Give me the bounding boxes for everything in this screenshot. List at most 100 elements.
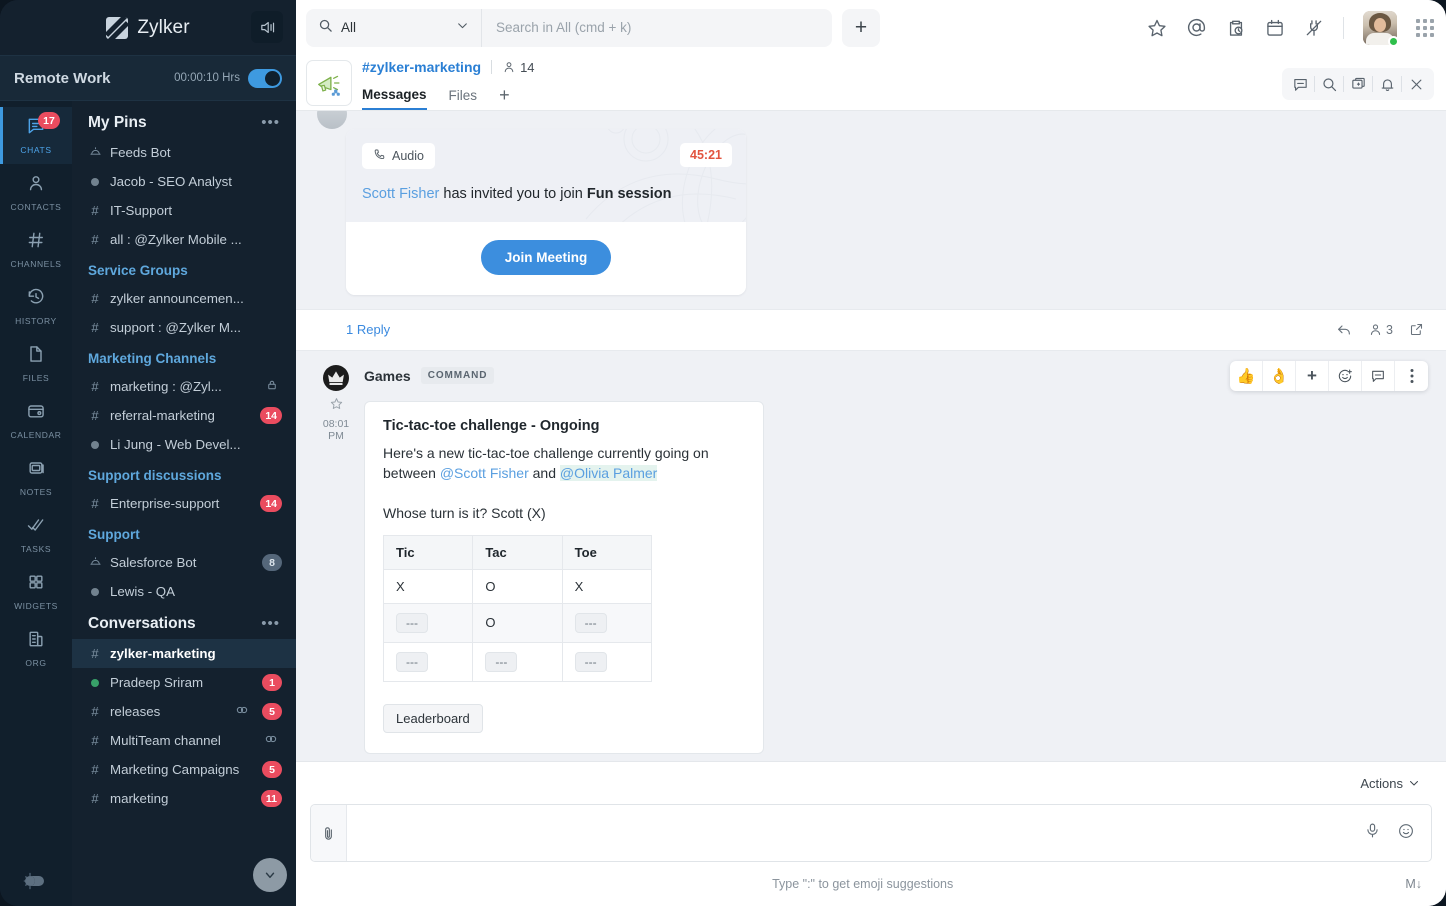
sidebar-item-lewis-qa[interactable]: Lewis - QA — [72, 577, 296, 606]
tab-add-button[interactable]: + — [499, 85, 510, 106]
hash-icon: # — [91, 646, 99, 661]
message-sender[interactable]: Games — [364, 368, 411, 384]
mentions-at-icon[interactable] — [1186, 17, 1207, 38]
thread-reply-count[interactable]: 1 Reply — [346, 322, 1336, 337]
calendar-icon[interactable] — [1265, 18, 1285, 38]
add-reaction-plus[interactable]: + — [1296, 360, 1329, 391]
speaker-icon[interactable] — [251, 11, 283, 43]
rail-item-widgets[interactable]: WIDGETS — [0, 563, 72, 620]
rail-item-history[interactable]: HISTORY — [0, 278, 72, 335]
apps-grid-icon[interactable] — [1416, 18, 1434, 37]
reply-arrow-icon[interactable] — [1336, 322, 1352, 338]
mention-scott-fisher[interactable]: @Scott Fisher — [440, 465, 529, 481]
sidebar-item-zylker-announcemen[interactable]: # zylker announcemen... — [72, 284, 296, 313]
emoji-smiley-icon[interactable] — [1397, 822, 1415, 845]
thread-participants[interactable]: 3 — [1368, 322, 1393, 337]
search-icon[interactable] — [1315, 68, 1343, 100]
tab-files[interactable]: Files — [449, 80, 478, 110]
light-dark-mode-icon[interactable] — [16, 870, 56, 892]
join-meeting-button[interactable]: Join Meeting — [480, 239, 612, 275]
tab-messages[interactable]: Messages — [362, 80, 427, 110]
open-external-icon[interactable] — [1409, 322, 1424, 337]
rail-item-calendar[interactable]: CALENDAR — [0, 392, 72, 449]
thumbs-up-reaction[interactable]: 👍 — [1230, 360, 1263, 391]
board-cell[interactable]: --- — [472, 641, 563, 682]
bell-icon[interactable] — [1373, 68, 1401, 100]
microphone-icon[interactable] — [1364, 822, 1381, 844]
integrations-plug-icon[interactable] — [1304, 18, 1324, 38]
sidebar-group-header[interactable]: Conversations ••• — [72, 606, 296, 639]
sidebar-item-marketing-zyl[interactable]: # marketing : @Zyl... — [72, 372, 296, 401]
empty-cell-button[interactable]: --- — [396, 612, 428, 633]
rail-item-chats[interactable]: CHATS 17 — [0, 107, 72, 164]
group-options-icon[interactable]: ••• — [261, 115, 280, 130]
paperclip-icon[interactable] — [311, 805, 347, 861]
rail-item-notes[interactable]: NOTES — [0, 449, 72, 506]
leaderboard-button[interactable]: Leaderboard — [383, 703, 483, 733]
actions-dropdown[interactable]: Actions — [1360, 776, 1420, 791]
reminders-clipboard-clock-icon[interactable] — [1226, 18, 1246, 38]
sidebar-group-header[interactable]: Support discussions — [72, 459, 296, 489]
sidebar-item-referral-marketing[interactable]: # referral-marketing 14 — [72, 401, 296, 430]
sidebar-item-salesforce-bot[interactable]: Salesforce Bot 8 — [72, 548, 296, 577]
sidebar-item-marketing[interactable]: # marketing 11 — [72, 784, 296, 813]
channel-name[interactable]: #zylker-marketing — [362, 59, 481, 75]
empty-cell-button[interactable]: --- — [574, 651, 607, 672]
widgets-grid-icon — [26, 572, 46, 597]
empty-cell-button[interactable]: --- — [574, 612, 607, 633]
sidebar-item-releases[interactable]: # releases 5 — [72, 697, 296, 726]
rail-item-channels[interactable]: CHANNELS — [0, 221, 72, 278]
mention-olivia-palmer[interactable]: @Olivia Palmer — [559, 464, 658, 481]
sidebar-item-all-zylker-mobile[interactable]: # all : @Zylker Mobile ... — [72, 225, 296, 254]
reply-in-thread-icon[interactable] — [1362, 360, 1395, 391]
empty-cell-button[interactable]: --- — [396, 651, 428, 672]
lock-icon — [266, 379, 278, 394]
group-options-icon[interactable]: ••• — [261, 616, 280, 631]
search-input[interactable] — [482, 8, 832, 47]
status-toggle[interactable] — [248, 68, 282, 88]
empty-cell-button[interactable]: --- — [485, 651, 518, 672]
sidebar-item-it-support[interactable]: # IT-Support — [72, 196, 296, 225]
scroll-down-button[interactable] — [253, 858, 287, 892]
rail-item-contacts[interactable]: CONTACTS — [0, 164, 72, 221]
inviter-name[interactable]: Scott Fisher — [362, 186, 439, 202]
sidebar-item-multiteam-channel[interactable]: # MultiTeam channel — [72, 726, 296, 755]
chat-bubble-icon[interactable] — [1286, 68, 1314, 100]
sidebar-item-enterprise-support[interactable]: # Enterprise-support 14 — [72, 489, 296, 518]
sidebar-group-title: Support — [88, 527, 140, 542]
sidebar-item-label: releases — [110, 704, 161, 719]
search-scope-selector[interactable]: All — [306, 8, 482, 47]
sidebar-group-header[interactable]: Service Groups — [72, 254, 296, 284]
sidebar-group-header[interactable]: Marketing Channels — [72, 342, 296, 372]
sidebar-group-header[interactable]: My Pins ••• — [72, 105, 296, 138]
avatar[interactable] — [1363, 10, 1399, 47]
rail-item-org[interactable]: ORG — [0, 620, 72, 677]
message-input[interactable] — [347, 805, 1348, 861]
rail-item-tasks[interactable]: TASKS — [0, 506, 72, 563]
sidebar-item-zylker-marketing[interactable]: # zylker-marketing — [72, 639, 296, 668]
channel-header-tools — [1282, 68, 1434, 100]
sidebar-item-marketing-campaigns[interactable]: # Marketing Campaigns 5 — [72, 755, 296, 784]
more-options-icon[interactable] — [1395, 361, 1428, 391]
new-window-icon[interactable] — [1344, 68, 1372, 100]
board-cell[interactable]: --- — [561, 641, 653, 682]
rail-item-files[interactable]: FILES — [0, 335, 72, 392]
sidebar-item-jacob-seo-analyst[interactable]: Jacob - SEO Analyst — [72, 167, 296, 196]
member-count[interactable]: 14 — [502, 60, 535, 75]
sidebar-group-header[interactable]: Support — [72, 518, 296, 548]
board-cell[interactable]: --- — [561, 602, 653, 643]
star-outline-icon[interactable] — [316, 397, 356, 415]
star-icon[interactable] — [1147, 18, 1167, 38]
ok-hand-reaction[interactable]: 👌 — [1263, 360, 1296, 391]
external-channel-icon — [235, 703, 249, 720]
sidebar-item-support-zylker-m[interactable]: # support : @Zylker M... — [72, 313, 296, 342]
sidebar-item-pradeep-sriram[interactable]: Pradeep Sriram 1 — [72, 668, 296, 697]
add-button[interactable]: + — [842, 8, 880, 47]
emoji-picker-icon[interactable] — [1329, 360, 1362, 391]
board-cell[interactable]: --- — [382, 602, 474, 643]
board-cell[interactable]: --- — [382, 641, 474, 682]
sidebar-item-li-jung-web-devel[interactable]: Li Jung - Web Devel... — [72, 430, 296, 459]
markdown-indicator[interactable]: M↓ — [1405, 877, 1422, 891]
sidebar-item-feeds-bot[interactable]: Feeds Bot — [72, 138, 296, 167]
close-icon[interactable] — [1402, 68, 1430, 100]
